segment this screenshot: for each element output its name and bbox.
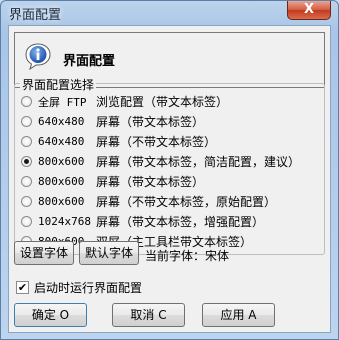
layout-options-group: 界面配置选择 全屏 FTP 浏览配置（带文本标签） 640x480 屏幕（带文本… bbox=[14, 76, 325, 255]
option-row[interactable]: 640x480 屏幕（带文本标签） bbox=[21, 113, 204, 130]
option-resolution: 800x600 bbox=[38, 175, 85, 188]
option-resolution: 全屏 FTP bbox=[38, 95, 87, 109]
option-description: 浏览配置（带文本标签） bbox=[96, 95, 229, 109]
ok-button[interactable]: 确定 O bbox=[14, 303, 87, 327]
option-row[interactable]: 640x480 屏幕（不带文本标签） bbox=[21, 133, 216, 150]
option-resolution: 640x480 bbox=[38, 135, 85, 148]
option-row[interactable]: 800x600 屏幕（带文本标签，简洁配置，建议） bbox=[21, 153, 300, 170]
option-description: 屏幕（带文本标签） bbox=[96, 115, 205, 129]
option-description: 屏幕（带文本标签，简洁配置，建议） bbox=[96, 155, 301, 169]
radio-button[interactable] bbox=[21, 196, 32, 207]
default-font-button[interactable]: 默认字体 bbox=[79, 241, 139, 265]
set-font-button[interactable]: 设置字体 bbox=[14, 241, 74, 265]
option-description: 屏幕（不带文本标签，原始配置） bbox=[96, 195, 277, 209]
option-resolution: 800x600 bbox=[38, 195, 85, 208]
startup-checkbox[interactable]: ✔ bbox=[16, 281, 29, 294]
option-row[interactable]: 全屏 FTP 浏览配置（带文本标签） bbox=[21, 93, 228, 110]
window-title: 界面配置 bbox=[9, 8, 62, 23]
radio-button[interactable] bbox=[21, 96, 32, 107]
radio-button[interactable] bbox=[21, 176, 32, 187]
option-description: 屏幕（带文本标签，增强配置） bbox=[96, 215, 265, 229]
option-resolution: 1024x768 bbox=[38, 215, 91, 228]
apply-button[interactable]: 应用 A bbox=[202, 303, 275, 327]
option-row[interactable]: 800x600 屏幕（带文本标签） bbox=[21, 173, 204, 190]
option-description: 屏幕（不带文本标签） bbox=[96, 135, 217, 149]
option-row[interactable]: 1024x768 屏幕（带文本标签，增强配置） bbox=[21, 213, 264, 230]
radio-button[interactable] bbox=[21, 216, 32, 227]
info-icon bbox=[25, 43, 51, 70]
radio-button-selected[interactable] bbox=[21, 156, 32, 167]
startup-checkbox-row[interactable]: ✔ 启动时运行界面配置 bbox=[16, 279, 142, 296]
close-button[interactable]: X bbox=[287, 1, 331, 20]
radio-button[interactable] bbox=[21, 116, 32, 127]
dialog-client-area: 界面配置 界面配置选择 全屏 FTP 浏览配置（带文本标签） 640x480 屏… bbox=[8, 25, 331, 333]
current-font-label: 当前字体：宋体 bbox=[145, 249, 230, 263]
group-legend: 界面配置选择 bbox=[20, 76, 97, 93]
option-description: 屏幕（带文本标签） bbox=[96, 175, 205, 189]
cancel-button[interactable]: 取消 C bbox=[112, 303, 185, 327]
header-title: 界面配置 bbox=[63, 54, 116, 69]
option-resolution: 640x480 bbox=[38, 115, 85, 128]
title-bar[interactable]: 界面配置 X bbox=[1, 1, 338, 25]
option-resolution: 800x600 bbox=[38, 155, 85, 168]
startup-checkbox-label: 启动时运行界面配置 bbox=[34, 281, 143, 295]
close-icon: X bbox=[303, 2, 315, 17]
radio-button[interactable] bbox=[21, 136, 32, 147]
option-row[interactable]: 800x600 屏幕（不带文本标签，原始配置） bbox=[21, 193, 276, 210]
dialog-window: 界面配置 X 界面配置 界面配置选择 全屏 FTP 浏览配置（带文本标签） 64… bbox=[0, 0, 339, 340]
